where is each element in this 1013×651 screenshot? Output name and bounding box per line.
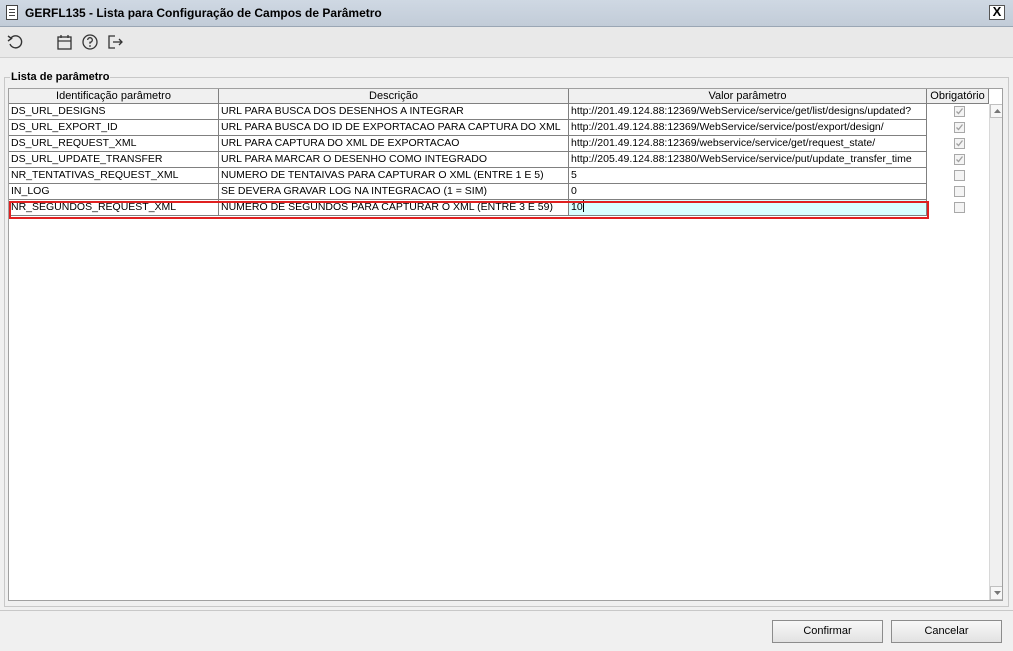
footer-divider [0,610,1013,611]
obrigatorio-checkbox[interactable] [954,154,965,165]
table-cell-id: DS_URL_EXPORT_ID [9,120,219,136]
table-cell-valor[interactable]: http://201.49.124.88:12369/WebService/se… [569,120,927,136]
table-cell-descricao: NUMERO DE TENTAIVAS PARA CAPTURAR O XML … [219,168,569,184]
table-cell-id: IN_LOG [9,184,219,200]
table-cell-id: NR_TENTATIVAS_REQUEST_XML [9,168,219,184]
undo-icon[interactable] [6,33,24,51]
exit-icon[interactable] [106,33,124,51]
table-row[interactable]: NR_SEGUNDOS_REQUEST_XML NUMERO DE SEGUNDO… [9,200,991,216]
close-button[interactable]: X [989,5,1005,20]
document-icon [6,5,18,20]
obrigatorio-checkbox[interactable] [954,106,965,117]
scroll-up-button[interactable] [990,104,1002,118]
obrigatorio-checkbox[interactable] [954,138,965,149]
table-cell-valor[interactable]: 10 [569,200,927,216]
table-cell-descricao: SE DEVERA GRAVAR LOG NA INTEGRACAO (1 = … [219,184,569,200]
cancel-button[interactable]: Cancelar [891,620,1002,643]
obrigatorio-checkbox[interactable] [954,122,965,133]
table-cell-valor[interactable]: http://205.49.124.88:12380/WebService/se… [569,152,927,168]
vertical-scrollbar[interactable] [989,104,1002,600]
obrigatorio-checkbox[interactable] [954,186,965,197]
table-cell-id: DS_URL_UPDATE_TRANSFER [9,152,219,168]
table-row[interactable]: DS_URL_UPDATE_TRANSFER URL PARA MARCAR O … [9,152,991,168]
column-header-obrigatorio[interactable]: Obrigatório [927,89,989,104]
obrigatorio-checkbox[interactable] [954,170,965,181]
help-icon[interactable] [81,33,99,51]
parameter-grid[interactable]: Identificação parâmetro Descrição Valor … [8,88,1003,601]
text-caret [582,200,584,212]
table-cell-descricao: URL PARA CAPTURA DO XML DE EXPORTACAO [219,136,569,152]
column-header-identificacao[interactable]: Identificação parâmetro [9,89,219,104]
column-header-valor[interactable]: Valor parâmetro [569,89,927,104]
table-cell-descricao: NUMERO DE SEGUNDOS PARA CAPTURAR O XML (… [219,200,569,216]
table-cell-valor[interactable]: 0 [569,184,927,200]
group-legend: Lista de parâmetro [10,71,111,83]
table-cell-valor[interactable]: http://201.49.124.88:12369/WebService/se… [569,104,927,120]
confirm-button-label: Confirmar [803,625,852,637]
table-cell-id: DS_URL_DESIGNS [9,104,219,120]
scroll-down-button[interactable] [990,586,1002,600]
table-cell-id: NR_SEGUNDOS_REQUEST_XML [9,200,219,216]
table-cell-descricao: URL PARA MARCAR O DESENHO COMO INTEGRADO [219,152,569,168]
title-bar: GERFL135 - Lista para Configuração de Ca… [0,0,1013,27]
toolbar [0,27,1013,58]
cancel-button-label: Cancelar [924,625,969,637]
table-row[interactable]: NR_TENTATIVAS_REQUEST_XML NUMERO DE TENTA… [9,168,991,184]
obrigatorio-checkbox[interactable] [954,202,965,213]
table-cell-valor[interactable]: http://201.49.124.88:12369/webservice/se… [569,136,927,152]
column-header-descricao[interactable]: Descrição [219,89,569,104]
table-cell-descricao: URL PARA BUSCA DOS DESENHOS A INTEGRAR [219,104,569,120]
table-row[interactable]: DS_URL_EXPORT_ID URL PARA BUSCA DO ID DE … [9,120,991,136]
table-cell-valor[interactable]: 5 [569,168,927,184]
calendar-icon[interactable] [56,33,74,51]
table-cell-id: DS_URL_REQUEST_XML [9,136,219,152]
table-cell-descricao: URL PARA BUSCA DO ID DE EXPORTACAO PARA … [219,120,569,136]
table-row[interactable]: DS_URL_REQUEST_XML URL PARA CAPTURA DO XM… [9,136,991,152]
window-title: GERFL135 - Lista para Configuração de Ca… [25,6,382,20]
table-row[interactable]: IN_LOG SE DEVERA GRAVAR LOG NA INTEGRACAO… [9,184,991,200]
table-row[interactable]: DS_URL_DESIGNS URL PARA BUSCA DOS DESENHO… [9,104,991,120]
confirm-button[interactable]: Confirmar [772,620,883,643]
